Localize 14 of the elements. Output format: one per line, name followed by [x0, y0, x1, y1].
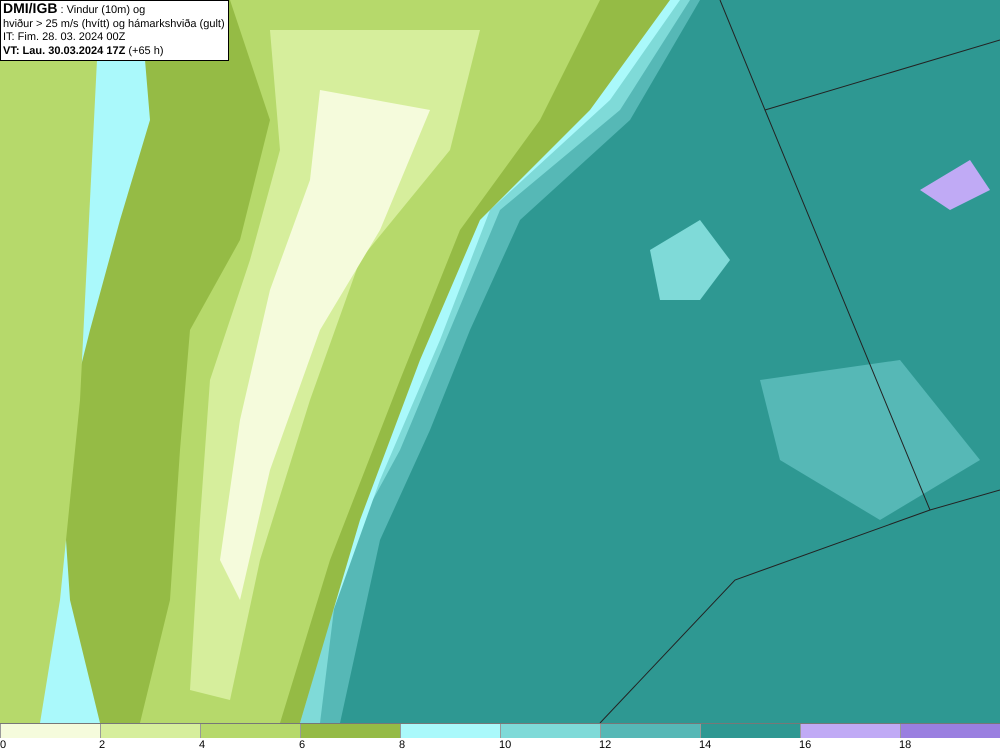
title-line: IT: Fim. 28. 03. 2024 00Z [3, 31, 126, 44]
legend-label: 10 [499, 738, 512, 753]
legend-label: 8 [399, 738, 406, 753]
legend-label: 6 [299, 738, 306, 753]
legend-label: 12 [599, 738, 612, 753]
legend-label: 14 [699, 738, 712, 753]
legend-label: 2 [99, 738, 106, 753]
legend-label: 0 [0, 738, 6, 753]
legend-label: 18 [899, 738, 912, 753]
legend-label: 16 [799, 738, 812, 753]
title-line: hviður > 25 m/s (hvítt) og hámarkshviða (gult) [3, 18, 225, 31]
title-line: VT: Lau. 30.03.2024 17Z (+65 h) [3, 44, 165, 58]
legend-label: 4 [199, 738, 206, 753]
title-line: DMI/IGB : Vindur (10m) og [3, 2, 146, 18]
